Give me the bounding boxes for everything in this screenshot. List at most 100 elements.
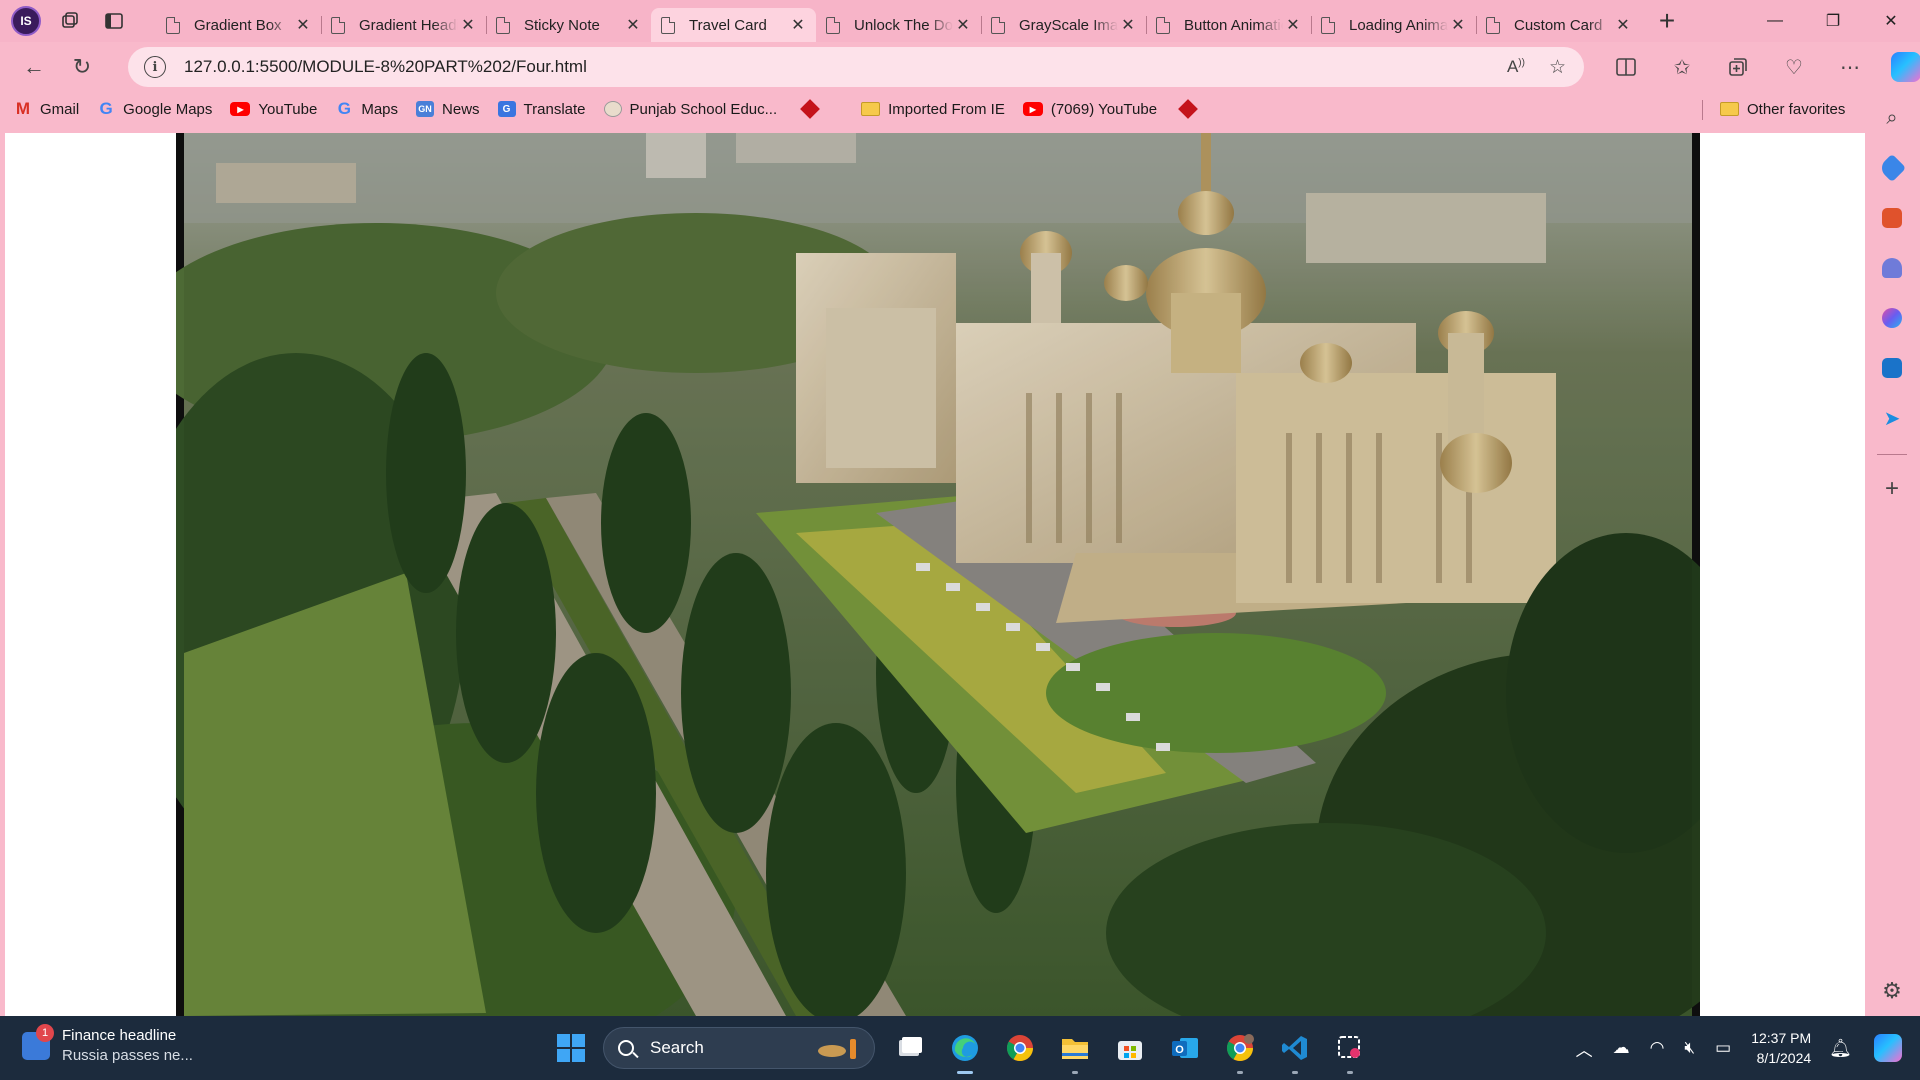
favorite-maps[interactable]: G Maps (335, 99, 398, 118)
favorite-google-maps[interactable]: G Google Maps (97, 99, 213, 118)
favorites-bar: M Gmail G Google Maps ▶ YouTube G Maps G… (0, 92, 1920, 126)
favorite-youtube[interactable]: ▶ YouTube (230, 101, 317, 118)
favorite-label: News (442, 100, 480, 118)
page-icon (166, 16, 180, 34)
sidebar-shopping[interactable] (1872, 148, 1912, 188)
outlook-icon: O (1172, 1038, 1198, 1058)
favorite-news[interactable]: GN News (416, 101, 480, 118)
close-icon[interactable]: ✕ (1118, 15, 1138, 35)
taskbar-vscode[interactable] (1275, 1028, 1315, 1074)
battery-icon[interactable]: ▭ (1715, 1038, 1731, 1058)
news-icon: GN (416, 101, 435, 117)
sidebar-outlook[interactable] (1872, 348, 1912, 388)
shopping-tag-icon (1877, 153, 1907, 183)
system-tray: ︿ ☁ ◠ 🔇︎ ▭ 12:37 PM 8/1/2024 🔔︎ (1576, 1016, 1920, 1080)
close-icon[interactable]: ✕ (623, 15, 643, 35)
copilot-taskbar-icon[interactable] (1874, 1034, 1902, 1062)
notification-badge: 1 (36, 1024, 54, 1042)
task-view-icon (899, 1037, 922, 1056)
sidebar-microsoft365[interactable] (1872, 298, 1912, 338)
more-menu-icon[interactable]: ⋯ (1822, 47, 1878, 87)
sidebar-settings-button[interactable]: ⚙ (1882, 978, 1902, 1004)
tab-actions-icon[interactable] (96, 3, 132, 39)
read-aloud-icon[interactable]: A)) (1507, 57, 1525, 77)
taskbar-search[interactable]: Search (603, 1027, 875, 1069)
speaker-muted-icon[interactable]: 🔇︎ (1684, 1038, 1695, 1058)
taskbar-apps: Search O (551, 1024, 1370, 1074)
tab-travel-card[interactable]: Travel Card ✕ (651, 8, 816, 42)
clock[interactable]: 12:37 PM 8/1/2024 (1751, 1028, 1811, 1068)
taskbar-edge[interactable] (945, 1028, 985, 1074)
start-button[interactable] (551, 1028, 591, 1068)
close-icon[interactable]: ✕ (788, 15, 808, 35)
tab-unlock-the-door[interactable]: Unlock The Door ✕ (816, 8, 981, 42)
favorites-icon[interactable]: ✩ (1654, 47, 1710, 87)
tab-gradient-heading[interactable]: Gradient Heading ✕ (321, 8, 486, 42)
taskbar-outlook[interactable]: O (1165, 1028, 1205, 1068)
page-icon (331, 16, 345, 34)
sidebar-search[interactable]: ⌕ (1872, 98, 1912, 138)
widgets-button[interactable]: 1 Finance headline Russia passes ne... (22, 1024, 193, 1066)
url-text[interactable]: 127.0.0.1:5500/MODULE-8%20PART%202/Four.… (184, 57, 587, 77)
close-icon[interactable]: ✕ (293, 15, 313, 35)
send-icon: ➤ (1883, 407, 1901, 430)
refresh-button[interactable]: ↻ (62, 47, 102, 87)
close-icon[interactable]: ✕ (1448, 15, 1468, 35)
favorite-youtube-count[interactable]: ▶ (7069) YouTube (1022, 101, 1157, 118)
restore-button[interactable]: ❐ (1804, 0, 1862, 42)
workspaces-icon[interactable] (52, 3, 88, 39)
other-favorites[interactable]: Other favorites (1720, 92, 1845, 126)
new-tab-button[interactable]: + (1649, 3, 1685, 39)
taskbar-file-explorer[interactable] (1055, 1028, 1095, 1074)
minimize-button[interactable]: — (1746, 0, 1804, 42)
chevron-up-icon[interactable]: ︿ (1576, 1036, 1593, 1061)
close-icon[interactable]: ✕ (1283, 15, 1303, 35)
profile-button[interactable]: IS (8, 3, 44, 39)
favorite-translate[interactable]: G Translate (497, 101, 586, 118)
notification-bell-icon[interactable]: 🔔︎ (1829, 1038, 1852, 1059)
favorite-gmail[interactable]: M Gmail (14, 99, 79, 118)
tab-sticky-note[interactable]: Sticky Note ✕ (486, 8, 651, 42)
clock-time: 12:37 PM (1751, 1030, 1812, 1046)
tab-grayscale-image[interactable]: GrayScale Image ✕ (981, 8, 1146, 42)
sidebar-games[interactable] (1872, 248, 1912, 288)
tab-button-animation[interactable]: Button Animation ✕ (1146, 8, 1311, 42)
favorite-punjab-school[interactable]: Punjab School Educ... (603, 101, 777, 118)
page-icon (661, 16, 675, 34)
site-info-icon[interactable]: i (144, 56, 166, 78)
collections-icon[interactable] (1710, 47, 1766, 87)
close-icon[interactable]: ✕ (953, 15, 973, 35)
taskbar-chrome[interactable] (1000, 1028, 1040, 1068)
copilot-icon[interactable] (1878, 47, 1920, 87)
widget-title: Finance headline (62, 1027, 177, 1044)
sidebar-add-button[interactable]: + (1872, 469, 1912, 509)
taskbar-chrome-profile[interactable] (1220, 1028, 1260, 1074)
onedrive-icon[interactable]: ☁ (1613, 1038, 1630, 1058)
browser-essentials-icon[interactable]: ♡ (1766, 47, 1822, 87)
favorite-diamond-2[interactable] (1178, 99, 1203, 119)
favorite-diamond[interactable] (800, 99, 825, 119)
windows-taskbar: 1 Finance headline Russia passes ne... S… (0, 1016, 1920, 1080)
task-view-button[interactable] (890, 1028, 930, 1068)
sidebar-telegram[interactable]: ➤ (1872, 398, 1912, 438)
youtube-icon: ▶ (230, 102, 251, 116)
tab-loading-animation[interactable]: Loading Animation ✕ (1311, 8, 1476, 42)
taskbar-store[interactable] (1110, 1028, 1150, 1068)
address-bar[interactable]: i 127.0.0.1:5500/MODULE-8%20PART%202/Fou… (128, 47, 1584, 87)
wifi-icon[interactable]: ◠ (1650, 1038, 1665, 1058)
back-button[interactable]: ← (14, 47, 54, 87)
close-icon[interactable]: ✕ (1613, 15, 1633, 35)
close-window-button[interactable]: ✕ (1862, 0, 1920, 42)
tab-gradient-box[interactable]: Gradient Box ✕ (156, 8, 321, 42)
aerial-city-palace-image (176, 133, 1700, 1016)
favorite-star-icon[interactable]: ☆ (1549, 56, 1566, 79)
seal-icon (603, 101, 622, 117)
tab-custom-card[interactable]: Custom Card ✕ (1476, 8, 1641, 42)
split-screen-icon[interactable] (1598, 47, 1654, 87)
arrow-left-icon: ← (23, 54, 45, 79)
favorite-imported-from-ie[interactable]: Imported From IE (861, 101, 1005, 118)
sidebar-tools[interactable] (1872, 198, 1912, 238)
outlook-icon (1882, 358, 1902, 378)
taskbar-snipping-tool[interactable] (1330, 1028, 1370, 1074)
close-icon[interactable]: ✕ (458, 15, 478, 35)
